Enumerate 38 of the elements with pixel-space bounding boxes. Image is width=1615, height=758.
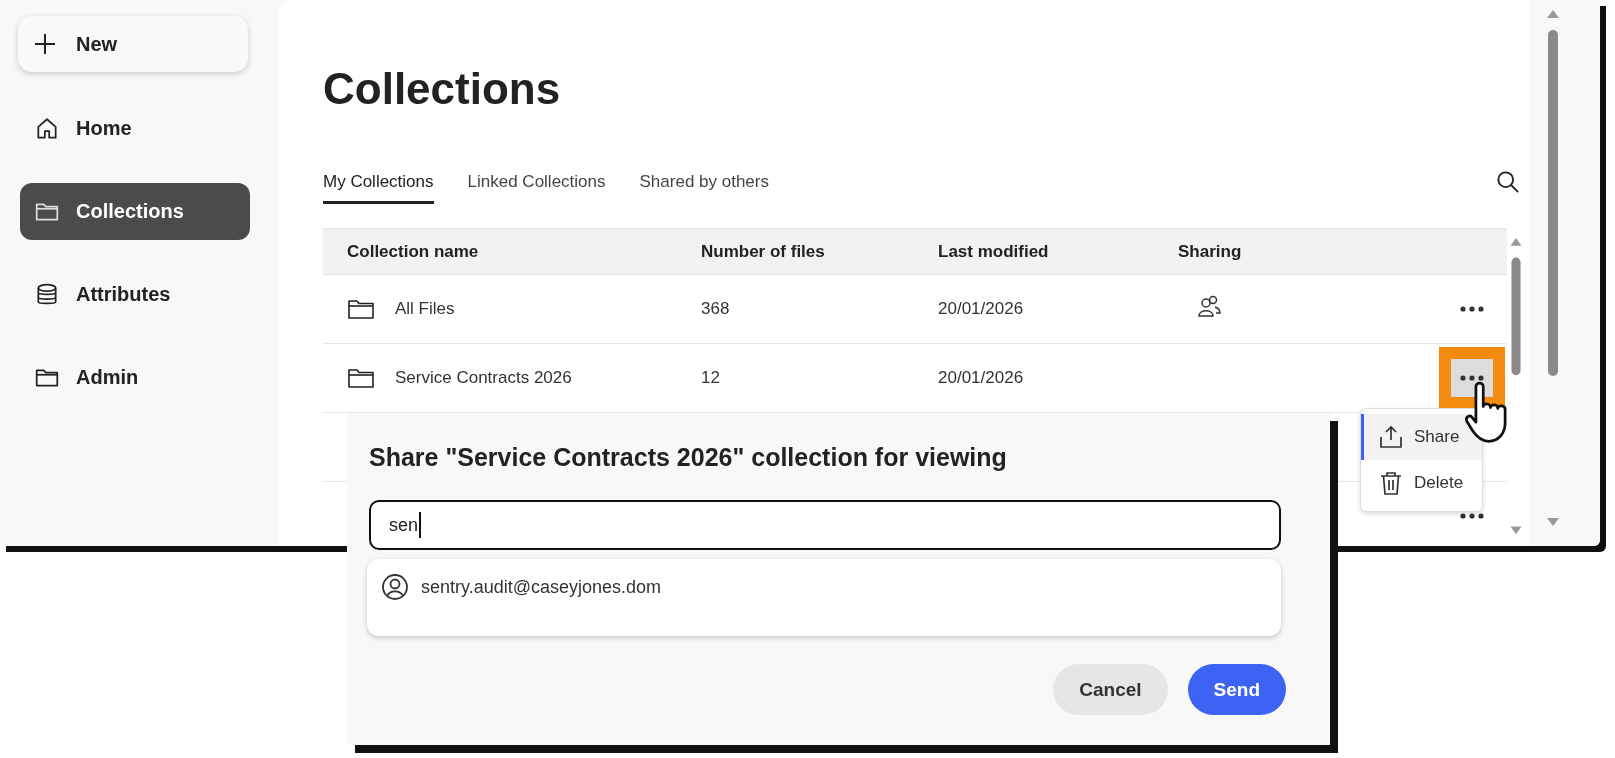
column-header: Sharing — [1178, 241, 1243, 262]
collection-name: Service Contracts 2026 — [395, 368, 572, 388]
share-icon — [1378, 424, 1404, 450]
folder-icon — [347, 366, 375, 390]
dialog-title: Share "Service Contracts 2026" collection for viewing — [369, 443, 1008, 472]
menu-item[interactable]: Share — [1361, 414, 1482, 460]
input-field[interactable]: sen — [369, 500, 1281, 550]
user-icon — [381, 573, 409, 601]
text-caret — [419, 512, 421, 538]
plus-icon — [34, 33, 56, 55]
sidebar-item[interactable]: Collections — [20, 183, 250, 240]
tab[interactable]: Linked Collections — [467, 172, 606, 204]
modified-date: 20/01/2026 — [938, 368, 1024, 387]
column-header: Collection name — [346, 241, 480, 262]
sidebar-item[interactable]: Home — [20, 100, 250, 157]
send-button[interactable]: Send — [1187, 664, 1286, 715]
page-title: Collections — [323, 64, 562, 114]
file-count: 12 — [701, 368, 720, 387]
column-header: Number of files — [701, 241, 826, 262]
sidebar-item[interactable]: Attributes — [20, 266, 250, 323]
tab[interactable]: Shared by others — [639, 172, 769, 204]
new-button[interactable]: New — [18, 16, 248, 72]
ellipsis-icon — [1460, 375, 1484, 381]
sidebar-item[interactable]: Admin — [20, 349, 250, 406]
modified-date: 20/01/2026 — [938, 299, 1024, 318]
search-icon[interactable] — [1496, 170, 1520, 194]
trash-icon — [1378, 470, 1404, 496]
collection-name: All Files — [395, 299, 455, 319]
ellipsis-icon — [1460, 306, 1484, 312]
column-header: Last modified — [938, 241, 1050, 262]
cancel-button[interactable]: Cancel — [1053, 664, 1168, 715]
more-button[interactable] — [1451, 359, 1493, 397]
menu-item[interactable]: Delete — [1361, 460, 1482, 506]
tab[interactable]: My Collections — [323, 172, 434, 204]
folder-icon — [347, 297, 375, 321]
file-count: 368 — [701, 299, 730, 318]
suggestion-item[interactable]: sentry.audit@caseyjones.dom — [381, 573, 662, 601]
ellipsis-icon — [1460, 513, 1484, 519]
